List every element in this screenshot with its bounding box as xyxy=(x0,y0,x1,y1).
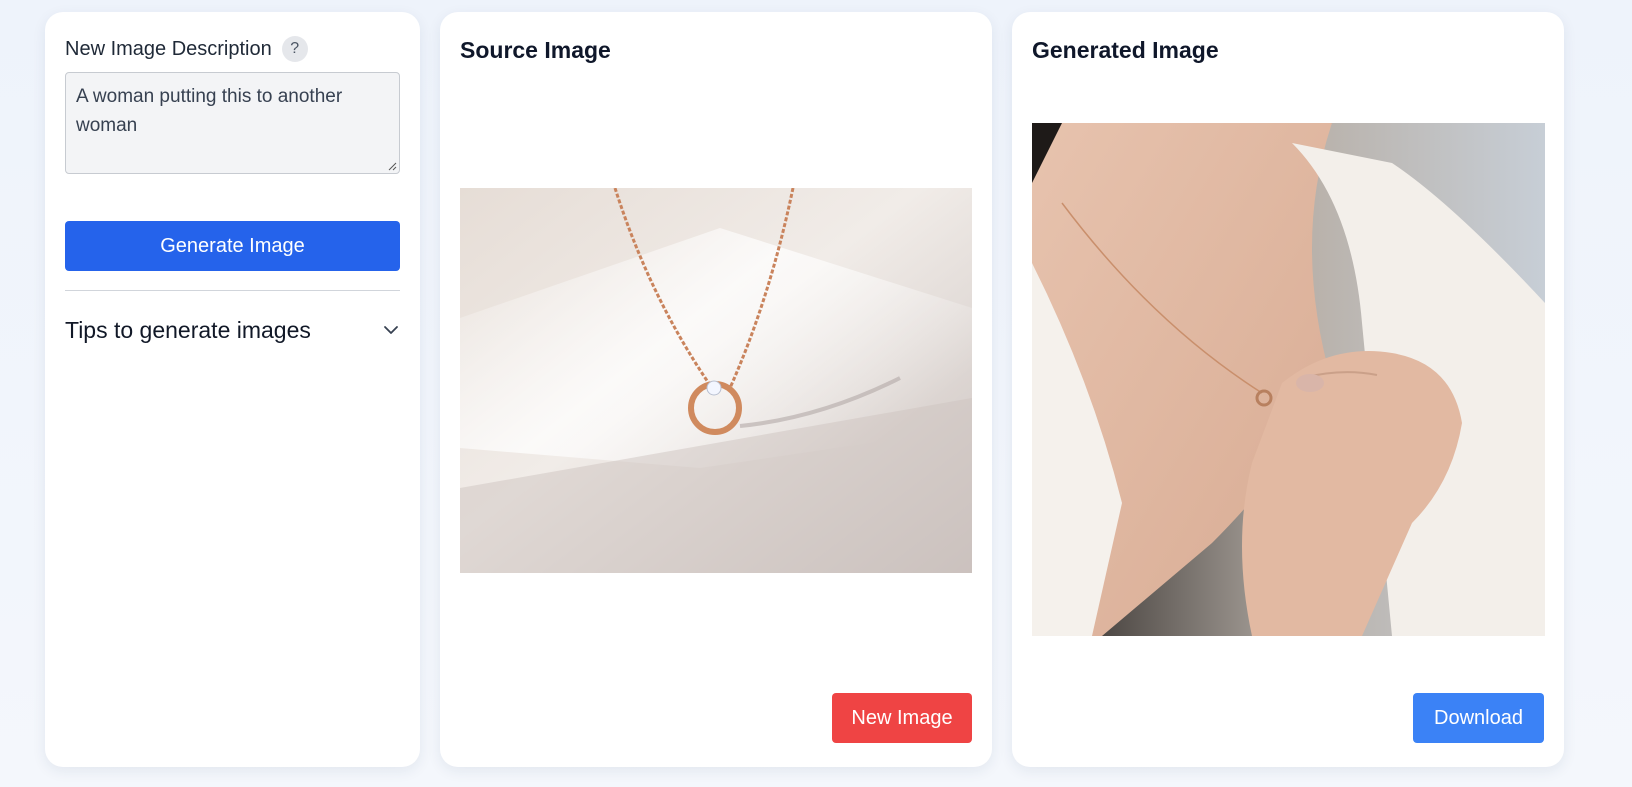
chevron-down-icon[interactable] xyxy=(382,321,400,339)
description-text: A woman putting this to another woman xyxy=(76,86,343,136)
resize-handle-icon[interactable] xyxy=(388,162,397,171)
new-image-button[interactable]: New Image xyxy=(832,693,972,743)
help-icon[interactable]: ? xyxy=(281,36,308,62)
description-label: New Image Description xyxy=(65,37,272,60)
source-image xyxy=(460,188,972,573)
generated-image-title: Generated Image xyxy=(1032,37,1219,63)
divider xyxy=(65,290,400,291)
generated-image-panel: Generated Image Download xyxy=(1012,12,1564,767)
source-image-title: Source Image xyxy=(460,37,611,63)
generate-image-button[interactable]: Generate Image xyxy=(65,221,400,271)
download-button[interactable]: Download xyxy=(1413,693,1544,743)
description-input[interactable]: A woman putting this to another woman xyxy=(65,72,400,174)
tips-title: Tips to generate images xyxy=(65,316,311,343)
source-image-panel: Source Image New Image xyxy=(440,12,992,767)
description-panel: New Image Description ? A woman putting … xyxy=(45,12,420,767)
description-label-row: New Image Description ? xyxy=(65,36,308,62)
tips-accordion-header[interactable]: Tips to generate images xyxy=(65,312,400,348)
generated-image xyxy=(1032,123,1545,636)
